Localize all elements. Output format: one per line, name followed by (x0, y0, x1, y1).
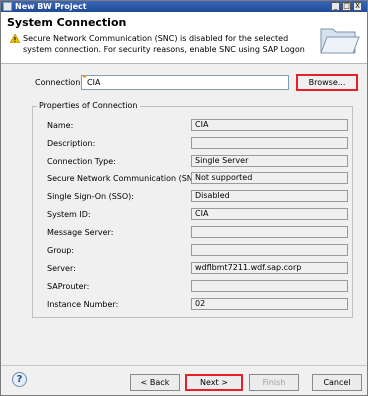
connection-input[interactable]: CIA (81, 75, 289, 90)
warning-icon (10, 34, 20, 43)
next-button[interactable]: Next > (185, 374, 243, 391)
title-bar: New BW Project _ □ X (1, 1, 367, 12)
page-title: System Connection (7, 16, 127, 29)
window-title: New BW Project (15, 2, 87, 11)
minimize-button[interactable]: _ (331, 2, 340, 11)
property-value: wdflbmt7211.wdf.sap.corp (191, 262, 348, 274)
property-label: Secure Network Communication (SNC): (47, 174, 205, 183)
cancel-button[interactable]: Cancel (312, 374, 362, 391)
property-value (191, 226, 348, 238)
property-value: CIA (191, 208, 348, 220)
maximize-button[interactable]: □ (342, 2, 351, 11)
connection-value: CIA (87, 78, 101, 87)
content-assist-decoration-icon (83, 75, 86, 78)
property-label: Instance Number: (47, 300, 119, 309)
property-value (191, 244, 348, 256)
property-label: Message Server: (47, 228, 114, 237)
finish-button[interactable]: Finish (249, 374, 299, 391)
property-value (191, 137, 348, 149)
browse-button[interactable]: Browse... (296, 74, 358, 91)
wizard-header: System Connection Secure Network Communi… (1, 12, 367, 64)
property-label: SAProuter: (47, 282, 90, 291)
property-value: 02 (191, 298, 348, 310)
property-value: Single Server (191, 155, 348, 167)
property-value: CIA (191, 119, 348, 131)
property-label: Single Sign-On (SSO): (47, 192, 134, 201)
snc-warning-message: Secure Network Communication (SNC) is di… (23, 34, 305, 54)
close-button[interactable]: X (353, 2, 362, 11)
connection-label: Connection: (35, 78, 83, 87)
help-button[interactable]: ? (12, 372, 27, 387)
property-label: System ID: (47, 210, 91, 219)
folder-icon (320, 28, 360, 54)
property-label: Description: (47, 139, 96, 148)
property-label: Name: (47, 121, 74, 130)
property-value: Disabled (191, 190, 348, 202)
property-value: Not supported (191, 172, 348, 184)
app-icon (3, 2, 12, 11)
property-value (191, 280, 348, 292)
footer-separator (1, 365, 367, 366)
back-button[interactable]: < Back (130, 374, 180, 391)
new-bw-project-dialog: New BW Project _ □ X System Connection S… (0, 0, 368, 396)
property-label: Server: (47, 264, 76, 273)
property-label: Group: (47, 246, 75, 255)
property-label: Connection Type: (47, 157, 116, 166)
properties-group-label: Properties of Connection (37, 101, 140, 110)
